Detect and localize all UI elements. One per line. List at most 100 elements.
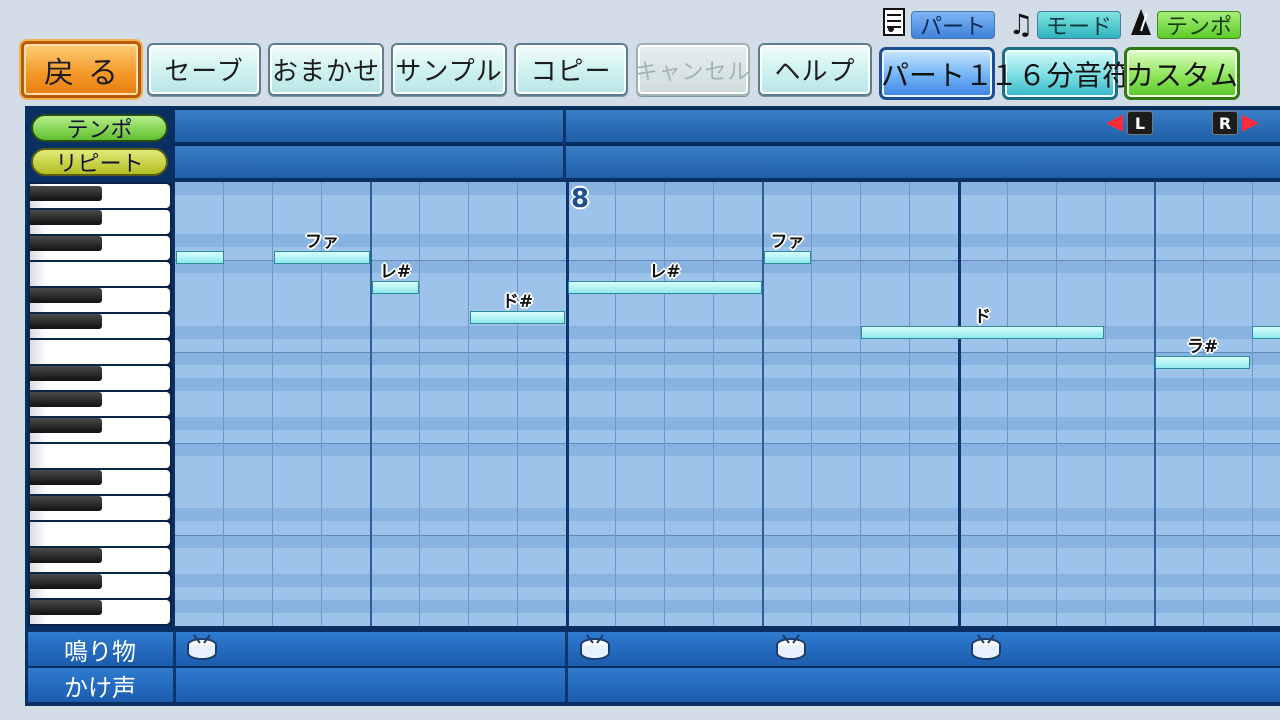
sample-button[interactable]: サンプル bbox=[391, 43, 507, 96]
row-separator bbox=[28, 666, 1280, 668]
grid-line bbox=[615, 182, 616, 626]
piano-white-key[interactable] bbox=[30, 262, 170, 286]
row-divider bbox=[173, 668, 176, 702]
save-button[interactable]: セーブ bbox=[147, 43, 261, 96]
grid-lane bbox=[175, 599, 1280, 613]
piano-black-key[interactable] bbox=[30, 548, 102, 563]
back-button[interactable]: 戻る bbox=[21, 41, 141, 98]
note-label: ファ bbox=[305, 232, 339, 252]
note-block[interactable] bbox=[274, 251, 370, 264]
metronome-icon bbox=[1125, 7, 1157, 43]
grid-line bbox=[419, 182, 420, 626]
note-block[interactable] bbox=[176, 251, 224, 264]
piano-white-key[interactable] bbox=[30, 522, 170, 546]
note-label: レ# bbox=[649, 262, 681, 282]
piano-black-key[interactable] bbox=[30, 314, 102, 329]
tempo-tag: テンポ bbox=[1157, 11, 1242, 40]
measure-number: 8 bbox=[571, 184, 590, 214]
grid-line bbox=[566, 182, 569, 626]
grid-lane bbox=[175, 443, 1280, 457]
scroll-right-control[interactable]: R ▶ bbox=[1212, 110, 1259, 136]
drum-icon[interactable] bbox=[186, 633, 218, 663]
piano-black-key[interactable] bbox=[30, 600, 102, 615]
piano-black-key[interactable] bbox=[30, 496, 102, 511]
note-label: ド# bbox=[501, 292, 534, 312]
note-block[interactable] bbox=[470, 311, 565, 324]
grid-line bbox=[909, 182, 910, 626]
omakase-button[interactable]: おまかせ bbox=[268, 43, 384, 96]
note-block[interactable] bbox=[1252, 326, 1280, 339]
help-button[interactable]: ヘルプ bbox=[758, 43, 872, 96]
grid-lane bbox=[175, 534, 1280, 548]
grid-lane bbox=[175, 351, 1280, 365]
octave-line bbox=[175, 352, 1280, 353]
part-selector-label: パート bbox=[879, 7, 996, 43]
piano-black-key[interactable] bbox=[30, 186, 102, 201]
piano-white-key[interactable] bbox=[30, 340, 170, 364]
grid-line bbox=[468, 182, 469, 626]
tempo-selector-label: テンポ bbox=[1125, 7, 1242, 43]
piano-white-key[interactable] bbox=[30, 444, 170, 468]
grid-line bbox=[1056, 182, 1057, 626]
grid-line bbox=[1203, 182, 1204, 626]
grid-lane bbox=[175, 234, 1280, 248]
copy-button[interactable]: コピー bbox=[514, 43, 628, 96]
cancel-button: キャンセル bbox=[636, 43, 750, 96]
row-divider bbox=[173, 632, 176, 666]
measure-divider-header bbox=[563, 108, 566, 180]
note-block[interactable] bbox=[764, 251, 811, 264]
mode-selector-label: ♫ モード bbox=[1005, 8, 1122, 41]
part-select-button[interactable]: パート１ bbox=[879, 47, 995, 100]
piano-black-key[interactable] bbox=[30, 288, 102, 303]
part-tag: パート bbox=[911, 11, 996, 40]
octave-line bbox=[175, 443, 1280, 444]
arrow-right-icon: ▶ bbox=[1242, 110, 1259, 135]
tempo-select-button[interactable]: カスタム bbox=[1124, 47, 1240, 100]
drum-icon[interactable] bbox=[579, 633, 611, 663]
grid-lane bbox=[175, 182, 1280, 195]
mode-select-button[interactable]: １６分音符 bbox=[990, 47, 1130, 100]
drum-icon[interactable] bbox=[970, 633, 1002, 663]
note-block[interactable] bbox=[372, 281, 419, 294]
scroll-left-control[interactable]: ◀ L bbox=[1106, 110, 1153, 136]
note-block[interactable] bbox=[861, 326, 1104, 339]
grid-line bbox=[370, 182, 372, 626]
octave-line bbox=[175, 535, 1280, 536]
grid-line bbox=[1007, 182, 1008, 626]
l-button-icon: L bbox=[1126, 111, 1153, 135]
piano-black-key[interactable] bbox=[30, 392, 102, 407]
measure-divider bbox=[565, 668, 568, 702]
piano-black-key[interactable] bbox=[30, 574, 102, 589]
grid-line bbox=[713, 182, 714, 626]
grid-lane bbox=[175, 377, 1280, 391]
score-icon bbox=[879, 7, 911, 43]
repeat-row-label: リピート bbox=[31, 148, 168, 177]
grid-line bbox=[1105, 182, 1106, 626]
chant-row-label: かけ声 bbox=[64, 673, 136, 702]
piano-black-key[interactable] bbox=[30, 470, 102, 485]
note-label: レ# bbox=[379, 262, 412, 282]
mode-tag: モード bbox=[1037, 11, 1122, 40]
piano-keyboard[interactable] bbox=[28, 182, 172, 626]
grid-line bbox=[223, 182, 224, 626]
grid-line bbox=[860, 182, 861, 626]
piano-black-key[interactable] bbox=[30, 418, 102, 433]
chant-row[interactable]: かけ声 bbox=[28, 668, 1280, 702]
grid-lane bbox=[175, 508, 1280, 522]
grid-line bbox=[762, 182, 764, 626]
measure-divider bbox=[565, 632, 568, 666]
drum-icon[interactable] bbox=[775, 633, 807, 663]
r-button-icon: R bbox=[1212, 111, 1238, 135]
grid-line bbox=[272, 182, 273, 626]
repeat-row[interactable] bbox=[175, 144, 1280, 178]
note-block[interactable] bbox=[1155, 356, 1250, 369]
piano-black-key[interactable] bbox=[30, 236, 102, 251]
note-grid[interactable]: ファ レ# ド# レ# ファドラ# bbox=[175, 182, 1280, 626]
piano-black-key[interactable] bbox=[30, 210, 102, 225]
grid-line bbox=[1154, 182, 1156, 626]
grid-lane bbox=[175, 325, 1280, 339]
music-note-icon: ♫ bbox=[1008, 8, 1034, 41]
note-block[interactable] bbox=[568, 281, 762, 294]
piano-black-key[interactable] bbox=[30, 366, 102, 381]
grid-line bbox=[811, 182, 812, 626]
